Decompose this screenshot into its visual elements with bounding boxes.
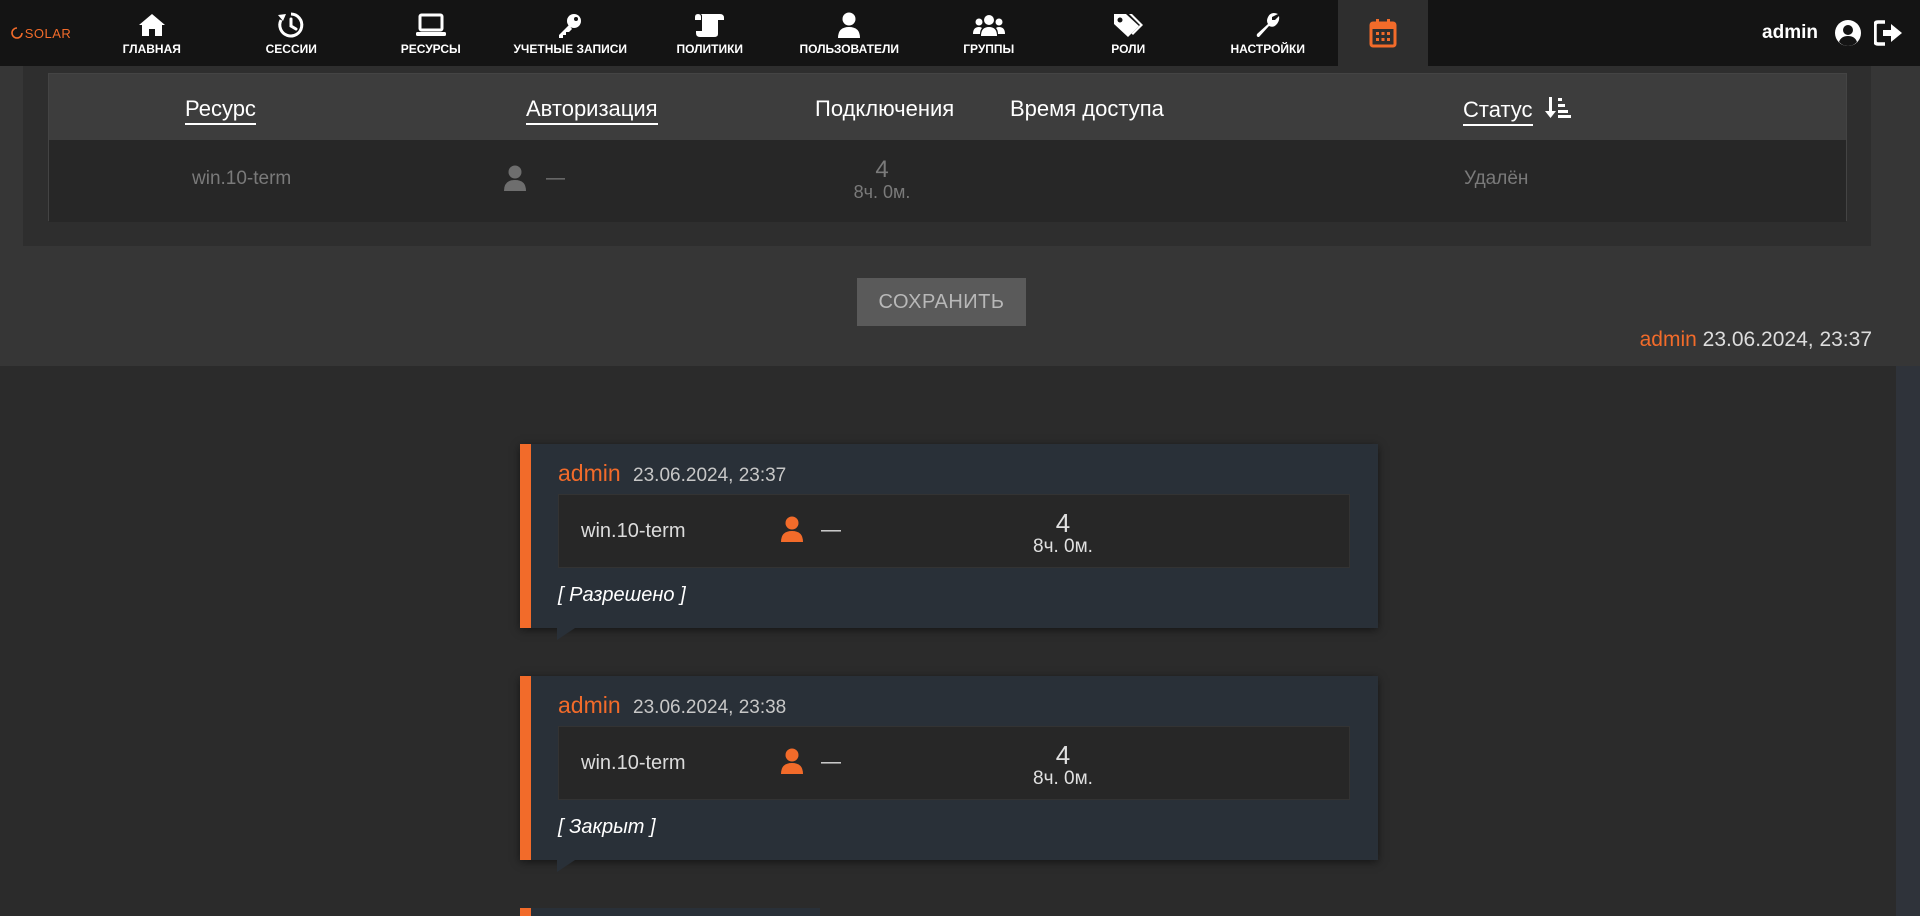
history-card-connections: 4 8ч. 0м. (1013, 741, 1113, 789)
nav-item-settings[interactable]: НАСТРОЙКИ (1198, 0, 1338, 66)
history-card-datetime: 23.06.2024, 23:38 (633, 697, 787, 718)
nav-label-groups: ГРУППЫ (963, 41, 1015, 56)
column-header-connections: Подключения (815, 96, 954, 122)
nav-user-area: admin (1762, 0, 1904, 66)
nav-label-roles: РОЛИ (1111, 41, 1146, 56)
nav-label-sessions: СЕССИИ (265, 41, 317, 56)
nav-item-schedule[interactable] (1337, 0, 1428, 66)
history-card-header: admin 23.06.2024, 23:38 (558, 692, 786, 719)
row-resource: win.10-term (192, 168, 292, 189)
calendar-icon (1369, 19, 1396, 48)
last-modified-info: admin 23.06.2024, 23:37 (1640, 328, 1872, 352)
history-icon (278, 12, 304, 37)
nav-item-accounts[interactable]: УЧЕТНЫЕ ЗАПИСИ (501, 0, 641, 66)
history-card-user[interactable]: admin (558, 692, 621, 718)
row-connections-count: 4 (875, 156, 889, 183)
history-card-connections: 4 8ч. 0м. (1013, 509, 1113, 557)
sort-amount-down-icon[interactable] (1544, 96, 1571, 120)
nav-item-resources[interactable]: РЕСУРСЫ (361, 0, 501, 66)
save-button[interactable]: СОХРАНИТЬ (857, 278, 1026, 326)
nav-label-resources: РЕСУРСЫ (400, 41, 461, 56)
history-card-status: [ Разрешено ] (558, 584, 686, 606)
user-icon (504, 165, 526, 191)
history-card-user[interactable]: admin (558, 460, 621, 486)
history-card: admin 23.06.2024, 23:37 win.10-term — 4 … (520, 444, 1378, 640)
access-table-header: Ресурс Авторизация Подключения Время дос… (49, 74, 1846, 140)
column-header-resource-label: Ресурс (185, 96, 256, 125)
row-connections-duration: 8ч. 0м. (853, 182, 911, 202)
key-icon (559, 13, 582, 38)
scrollbar[interactable] (1896, 366, 1920, 916)
history-card-row: win.10-term — 4 8ч. 0м. (558, 726, 1350, 800)
solar-logo[interactable]: SOLAR (0, 0, 82, 66)
column-header-resource[interactable]: Ресурс (185, 96, 256, 125)
history-card-auth: — (821, 751, 841, 773)
column-header-access-time: Время доступа (1010, 96, 1164, 122)
user-icon (781, 748, 803, 774)
nav-item-home[interactable]: ГЛАВНАЯ (82, 0, 222, 66)
solar-logo-ring-icon (10, 27, 23, 39)
laptop-icon (415, 13, 446, 36)
home-icon (138, 13, 165, 36)
nav-label-users: ПОЛЬЗОВАТЕЛИ (799, 41, 900, 56)
row-connections: 4 8ч. 0м. (832, 156, 932, 203)
top-navigation: SOLAR ГЛАВНАЯ СЕССИИ РЕСУРСЫ УЧЕТНЫЕ ЗАП… (0, 0, 1920, 66)
nav-label-settings: НАСТРОЙКИ (1230, 41, 1305, 56)
history-card-count: 4 (1055, 740, 1071, 770)
row-auth-value: — (546, 168, 565, 189)
nav-label-home: ГЛАВНАЯ (122, 41, 181, 56)
wrench-icon (1256, 12, 1279, 37)
nav-item-policies[interactable]: ПОЛИТИКИ (640, 0, 780, 66)
last-modified-datetime: 23.06.2024, 23:37 (1702, 328, 1872, 351)
history-card-header: admin 23.06.2024, 23:37 (558, 460, 786, 487)
column-header-status[interactable]: Статус (1463, 96, 1571, 126)
nav-label-policies: ПОЛИТИКИ (676, 41, 744, 56)
column-header-connections-label: Подключения (815, 96, 955, 121)
nav-item-groups[interactable]: ГРУППЫ (919, 0, 1059, 66)
access-edit-panel: Ресурс Авторизация Подключения Время дос… (0, 66, 1920, 366)
solar-logo-text: SOLAR (24, 25, 72, 41)
nav-label-accounts: УЧЕТНЫЕ ЗАПИСИ (513, 41, 628, 56)
history-card-resource: win.10-term (581, 752, 686, 774)
nav-item-roles[interactable]: РОЛИ (1059, 0, 1199, 66)
history-card-auth: — (821, 519, 841, 541)
history-card-duration: 8ч. 0м. (1033, 536, 1093, 557)
table-row: win.10-term — 4 8ч. 0м. Удалён (49, 140, 1846, 222)
column-header-status-label: Статус (1463, 97, 1533, 126)
history-card-status: [ Закрыт ] (558, 816, 656, 838)
history-card-resource: win.10-term (581, 520, 686, 542)
tags-icon (1114, 13, 1144, 37)
history-card-partial (520, 908, 820, 916)
history-card: admin 23.06.2024, 23:38 win.10-term — 4 … (520, 676, 1378, 872)
user-icon (781, 516, 803, 542)
nav-item-sessions[interactable]: СЕССИИ (222, 0, 362, 66)
nav-item-users[interactable]: ПОЛЬЗОВАТЕЛИ (780, 0, 920, 66)
row-status: Удалён (1464, 168, 1529, 189)
user-circle-icon[interactable] (1834, 19, 1862, 47)
column-header-auth-label: Авторизация (526, 96, 658, 125)
access-table: Ресурс Авторизация Подключения Время дос… (48, 73, 1847, 222)
history-card-tail (557, 628, 575, 640)
history-card-row: win.10-term — 4 8ч. 0м. (558, 494, 1350, 568)
access-table-frame: Ресурс Авторизация Подключения Время дос… (23, 66, 1871, 246)
user-icon (838, 12, 861, 38)
history-card-datetime: 23.06.2024, 23:37 (633, 465, 787, 486)
history-card-count: 4 (1055, 508, 1071, 538)
scroll-icon (694, 13, 724, 37)
current-user-name[interactable]: admin (1762, 22, 1818, 44)
logout-icon[interactable] (1874, 20, 1904, 46)
column-header-access-time-label: Время доступа (1010, 96, 1164, 121)
last-modified-user[interactable]: admin (1640, 328, 1697, 351)
history-card-duration: 8ч. 0м. (1033, 768, 1093, 789)
column-header-auth[interactable]: Авторизация (526, 96, 658, 125)
users-icon (972, 14, 1005, 36)
history-card-tail (557, 860, 575, 872)
